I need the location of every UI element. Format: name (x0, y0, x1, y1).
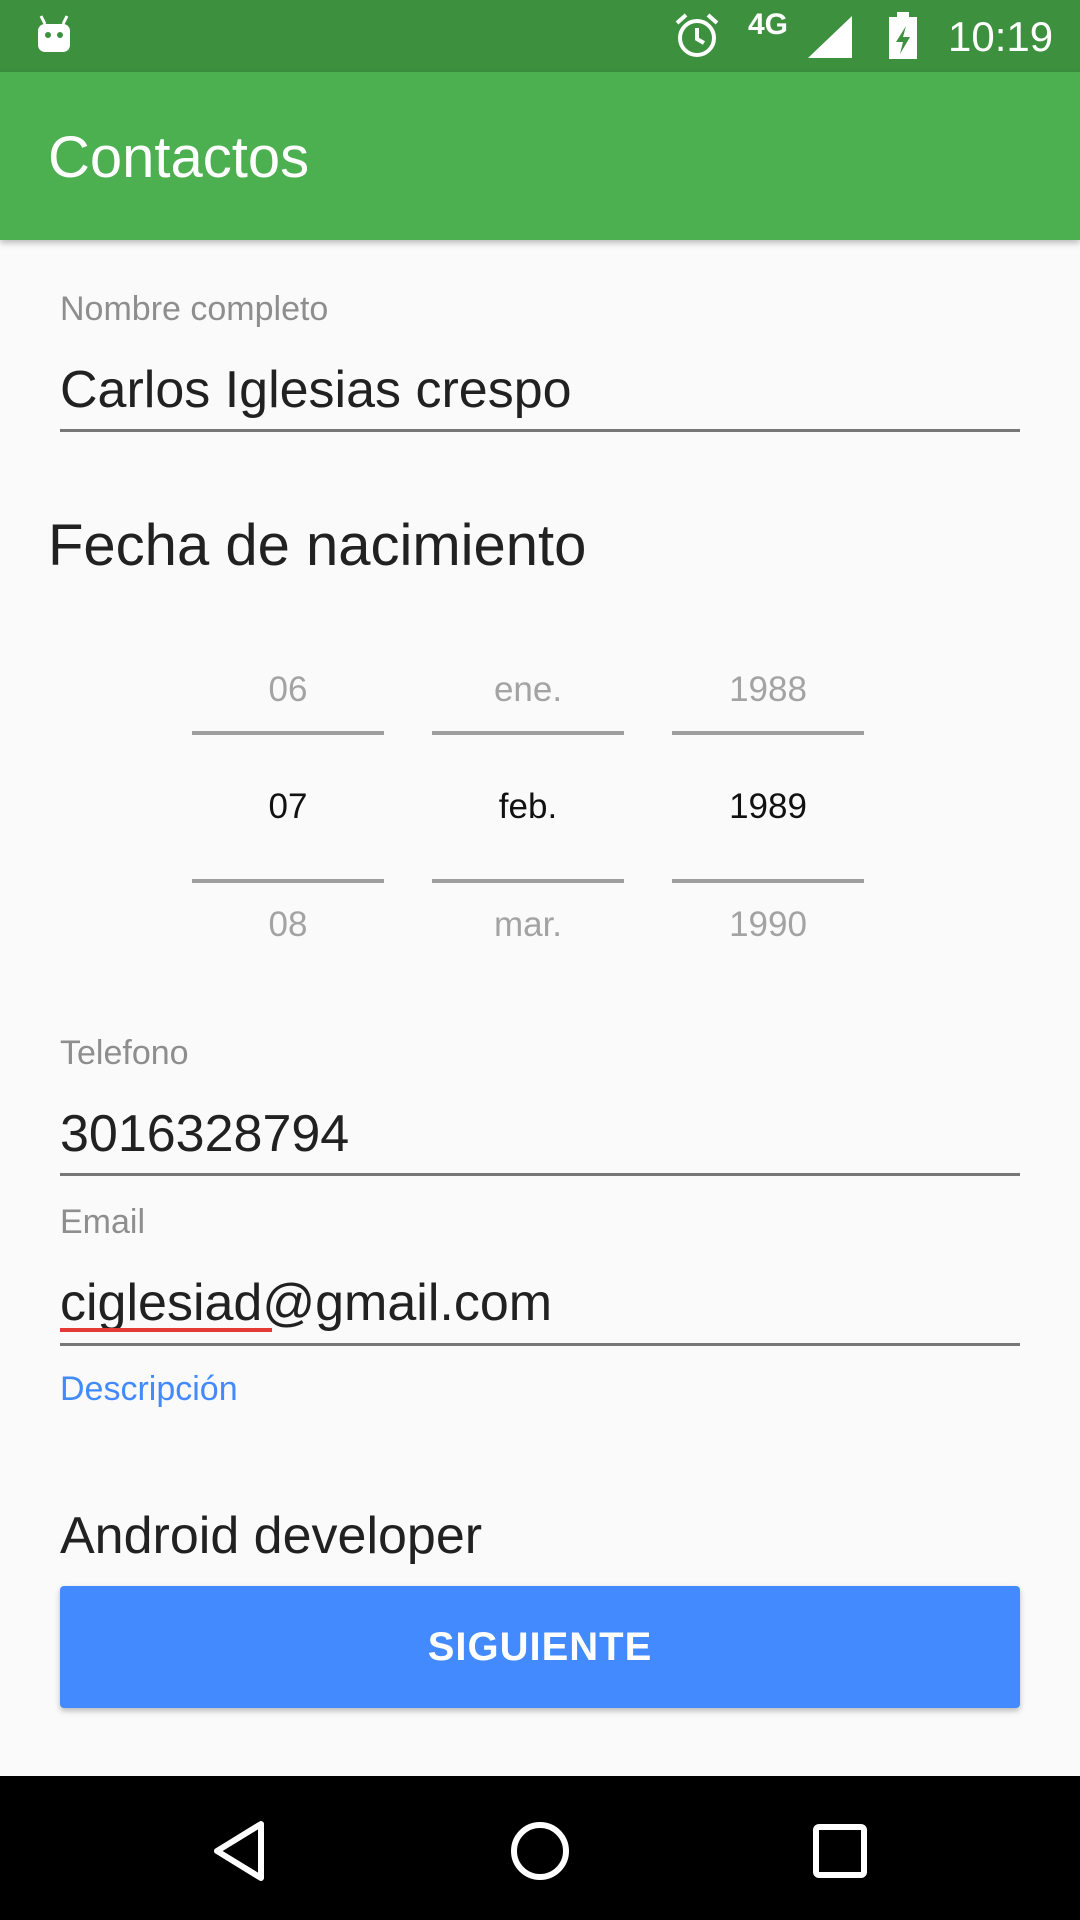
birth-date-title: Fecha de nacimiento (48, 513, 587, 578)
year-picker[interactable]: 1988 1989 1990 (672, 655, 864, 955)
phone-field-underline (60, 1173, 1020, 1176)
month-next-value[interactable]: mar. (432, 905, 624, 945)
month-divider-bottom (432, 879, 624, 883)
next-button[interactable]: SIGUIENTE (60, 1586, 1020, 1708)
navigation-bar (0, 1776, 1080, 1920)
status-bar: 4G 10:19 (0, 0, 1080, 72)
battery-charging-icon (889, 12, 917, 59)
month-picker[interactable]: ene. feb. mar. (432, 655, 624, 955)
day-selected-value[interactable]: 07 (192, 787, 384, 827)
app-title: Contactos (48, 125, 310, 190)
email-field-label: Email (60, 1203, 146, 1241)
home-icon[interactable] (505, 1816, 575, 1886)
name-field[interactable]: Carlos Iglesias crespo (60, 360, 572, 420)
year-divider-top (672, 731, 864, 735)
day-next-value[interactable]: 08 (192, 905, 384, 945)
year-prev-value[interactable]: 1988 (672, 670, 864, 710)
phone-field-label: Telefono (60, 1034, 189, 1072)
day-divider-top (192, 731, 384, 735)
name-field-label: Nombre completo (60, 290, 329, 328)
name-field-underline (60, 429, 1020, 432)
phone-field[interactable]: 3016328794 (60, 1104, 349, 1164)
year-next-value[interactable]: 1990 (672, 905, 864, 945)
year-selected-value[interactable]: 1989 (672, 787, 864, 827)
year-divider-bottom (672, 879, 864, 883)
spellcheck-underline (60, 1328, 272, 1332)
back-icon[interactable] (205, 1816, 275, 1886)
signal-icon (808, 16, 852, 58)
app-bar: Contactos (0, 72, 1080, 240)
month-selected-value[interactable]: feb. (432, 787, 624, 827)
day-picker[interactable]: 06 07 08 (192, 655, 384, 955)
description-field[interactable]: Android developer (60, 1506, 482, 1566)
clock: 10:19 (948, 13, 1054, 60)
android-icon (38, 15, 70, 52)
network-type-label: 4G (748, 8, 789, 41)
day-divider-bottom (192, 879, 384, 883)
description-field-label: Descripción (60, 1370, 238, 1408)
recents-icon[interactable] (805, 1816, 875, 1886)
day-prev-value[interactable]: 06 (192, 670, 384, 710)
month-divider-top (432, 731, 624, 735)
email-field-underline (60, 1343, 1020, 1346)
alarm-icon (675, 13, 719, 57)
month-prev-value[interactable]: ene. (432, 670, 624, 710)
email-field[interactable]: ciglesiad@gmail.com (60, 1273, 552, 1333)
